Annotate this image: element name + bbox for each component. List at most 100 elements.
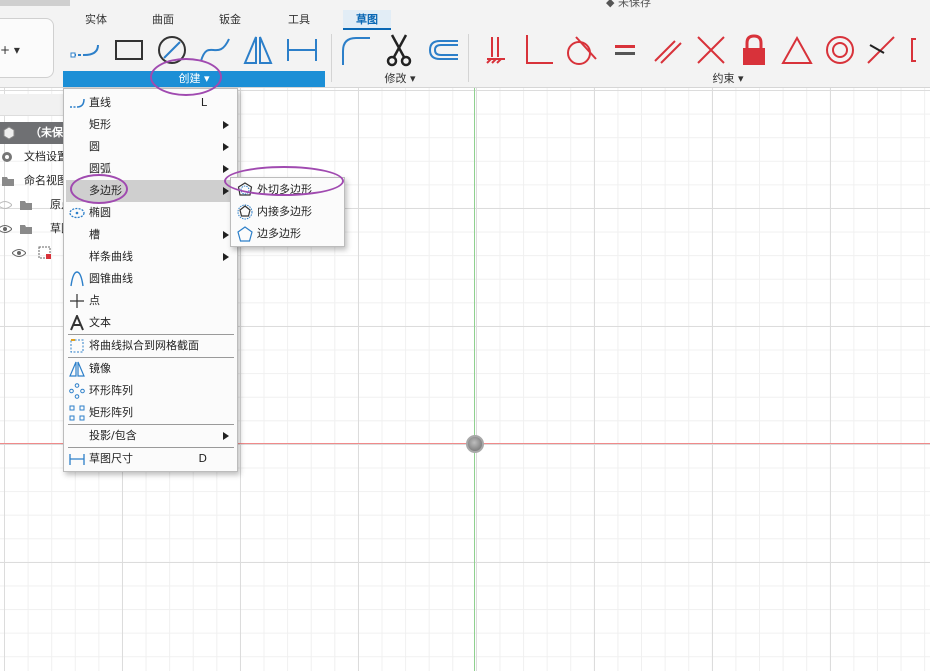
menu-item-label: 草图尺寸 [89, 452, 133, 465]
menu-item-rectangular-pattern[interactable]: 矩形阵列 [66, 402, 235, 424]
menu-item-label: 圆锥曲线 [89, 272, 133, 285]
submenu-arrow-icon [223, 253, 229, 261]
create-dropdown-menu: 直线 L 矩形 圆 圆弧 多边形 椭圆 槽 样条曲线 圆锥曲线 点 文本 将曲线… [63, 88, 238, 472]
component-icon [3, 126, 15, 140]
browser-item-label: 文档设置 [24, 150, 66, 163]
modify-menu-button[interactable]: 修改 ▾ [340, 71, 460, 87]
concentric-constraint-button[interactable] [821, 32, 859, 68]
submenu-item-edge-polygon[interactable]: 边多边形 [233, 223, 342, 245]
submenu-item-inscribed-polygon[interactable]: 内接多边形 [233, 201, 342, 223]
point-icon [70, 294, 84, 308]
menu-item-label: 镜像 [89, 362, 111, 375]
menu-item-project-include[interactable]: 投影/包含 [66, 425, 235, 447]
menu-item-label: 将曲线拟合到网格截面 [89, 339, 199, 352]
submenu-arrow-icon [223, 143, 229, 151]
sketch-dimension-tool-button[interactable] [283, 32, 321, 68]
group-separator [331, 34, 332, 82]
menu-item-label: 样条曲线 [89, 250, 133, 263]
annotation-ellipse-create [150, 58, 222, 96]
trim-tool-button[interactable] [380, 32, 418, 68]
tab-solid[interactable]: 实体 [80, 10, 112, 30]
menu-item-shortcut: D [198, 452, 207, 465]
browser-item-sketches[interactable]: 草图 [0, 218, 66, 240]
origin-point[interactable] [466, 435, 484, 453]
fix-constraint-button[interactable] [477, 32, 515, 68]
fix-unfix-constraint-button[interactable] [735, 32, 773, 68]
coincident-icon [697, 36, 725, 64]
browser-item-document-settings[interactable]: 文档设置 [0, 146, 66, 168]
edge-polygon-icon [237, 226, 253, 242]
menu-item-ellipse[interactable]: 椭圆 [66, 202, 235, 224]
browser-item-named-views[interactable]: 命名视图 [0, 170, 66, 192]
line-tool-button[interactable] [68, 32, 106, 68]
perpendicular-constraint-button[interactable] [519, 32, 557, 68]
line-icon [70, 98, 85, 108]
workspace-selector[interactable]: + ▾ [0, 18, 54, 78]
eye-icon [0, 225, 12, 233]
menu-item-spline[interactable]: 样条曲线 [66, 246, 235, 268]
menu-item-shortcut: L [200, 96, 207, 109]
coincident-constraint-button[interactable] [692, 32, 730, 68]
symmetry-constraint-button[interactable] [904, 32, 930, 68]
fit-curve-icon [70, 339, 84, 353]
parallel-icon [654, 40, 682, 64]
horizontal-vertical-constraint-button[interactable] [778, 32, 816, 68]
fillet-tool-button[interactable] [336, 32, 374, 68]
parallel-constraint-button[interactable] [649, 32, 687, 68]
menu-item-rectangle[interactable]: 矩形 [66, 114, 235, 136]
submenu-item-label: 边多边形 [257, 227, 301, 240]
menu-item-label: 文本 [89, 316, 111, 329]
tab-tools[interactable]: 工具 [283, 10, 315, 30]
menu-item-label: 投影/包含 [89, 429, 137, 442]
circular-pattern-icon [69, 383, 85, 399]
menu-item-text[interactable]: 文本 [66, 312, 235, 334]
y-axis-line [474, 88, 475, 671]
sketch-icon [38, 246, 51, 259]
tab-sheet-metal[interactable]: 钣金 [214, 10, 246, 30]
title-strip [0, 0, 70, 6]
window-title: ◆ 未保存 [606, 0, 651, 10]
menu-item-label: 圆 [89, 140, 100, 153]
browser-item-origin[interactable]: 原点 [0, 194, 66, 216]
menu-item-line[interactable]: 直线 L [66, 92, 235, 114]
rectangle-tool-button[interactable] [110, 32, 148, 68]
menu-item-conic-curve[interactable]: 圆锥曲线 [66, 268, 235, 290]
conic-curve-icon [70, 271, 84, 287]
fix-icon [486, 37, 505, 64]
menu-item-circular-pattern[interactable]: 环形阵列 [66, 380, 235, 402]
menu-item-fit-curve-to-mesh[interactable]: 将曲线拟合到网格截面 [66, 335, 235, 357]
perpendicular-icon [526, 35, 553, 64]
menu-item-label: 矩形 [89, 118, 111, 131]
group-separator [468, 34, 469, 82]
lock-icon [743, 34, 765, 65]
menu-item-mirror[interactable]: 镜像 [66, 358, 235, 380]
ribbon-toolbar: ◆ 未保存 + ▾ 实体 曲面 钣金 工具 草图 创建 ▾ 修改 ▾ 约束 ▾ [0, 0, 930, 88]
browser-item-sketch1[interactable] [0, 242, 66, 264]
menu-item-point[interactable]: 点 [66, 290, 235, 312]
equal-constraint-button[interactable] [606, 32, 644, 68]
folder-icon [2, 177, 14, 186]
eye-icon [12, 249, 26, 257]
menu-item-sketch-dimension[interactable]: 草图尺寸 D [66, 448, 235, 470]
tab-surface[interactable]: 曲面 [147, 10, 179, 30]
browser-panel: （未保存） 文档设置 命名视图 原点 草图 [0, 88, 66, 278]
mirror-tool-button[interactable] [239, 32, 277, 68]
tab-sketch[interactable]: 草图 [343, 10, 391, 30]
tangent-constraint-button[interactable] [562, 32, 600, 68]
midpoint-constraint-button[interactable] [862, 32, 900, 68]
annotation-ellipse-polygon [70, 174, 128, 204]
mirror-icon [243, 36, 273, 64]
menu-item-label: 槽 [89, 228, 100, 241]
menu-item-slot[interactable]: 槽 [66, 224, 235, 246]
fillet-icon [342, 37, 370, 65]
inscribed-polygon-icon [237, 204, 253, 220]
menu-item-circle[interactable]: 圆 [66, 136, 235, 158]
submenu-item-label: 内接多边形 [257, 205, 312, 218]
browser-root-item[interactable]: （未保存） [0, 122, 66, 144]
window-title-glyph: ◆ [606, 0, 618, 9]
tangent-icon [567, 36, 597, 65]
midpoint-icon [867, 36, 895, 64]
mirror-icon [69, 361, 85, 377]
offset-tool-button[interactable] [424, 32, 462, 68]
constraints-menu-button[interactable]: 约束 ▾ [680, 71, 776, 87]
